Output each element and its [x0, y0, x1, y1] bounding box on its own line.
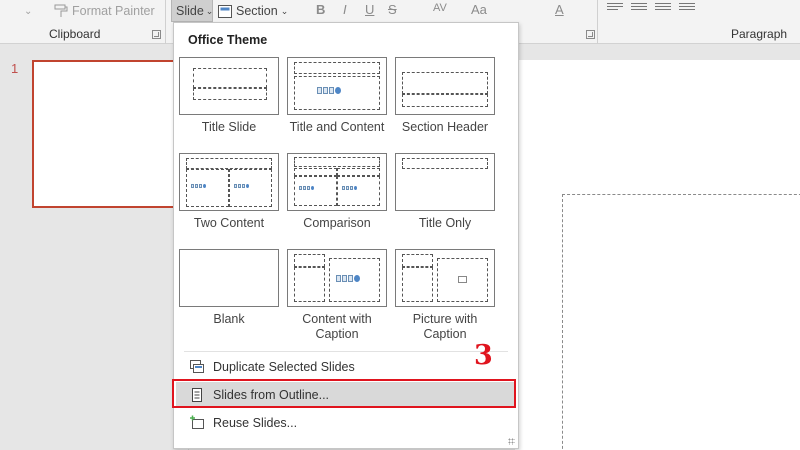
- character-spacing-icon[interactable]: AV: [433, 2, 447, 14]
- chevron-down-icon[interactable]: ⌄: [24, 0, 32, 22]
- menu-item-label: Reuse Slides...: [213, 416, 298, 430]
- paintbrush-icon: [54, 4, 68, 17]
- justify-icon[interactable]: [679, 3, 695, 13]
- layout-name: Section Header: [401, 120, 489, 134]
- layout-picture-with-caption[interactable]: Picture with Caption: [390, 249, 500, 342]
- layout-name: Title and Content: [289, 120, 385, 134]
- layout-name: Title Only: [418, 216, 472, 230]
- paragraph-group-label: Paragraph: [731, 27, 788, 41]
- menu-divider: [184, 351, 508, 352]
- step-number: 3: [474, 340, 493, 371]
- duplicate-selected-slides-item[interactable]: Duplicate Selected Slides: [176, 354, 516, 380]
- chevron-down-icon: ⌄: [205, 5, 214, 16]
- highlight-frame: [172, 379, 516, 408]
- slide-thumbnail[interactable]: [32, 60, 182, 208]
- layout-thumbnail: [179, 153, 279, 211]
- reuse-slides-icon: [190, 415, 204, 429]
- layout-title-slide[interactable]: Title Slide: [174, 57, 284, 135]
- font-launcher-icon[interactable]: [586, 30, 595, 39]
- layout-thumbnail: [287, 57, 387, 115]
- chevron-down-icon: ⌄: [280, 5, 289, 16]
- theme-title: Office Theme: [188, 33, 268, 47]
- resize-grip-icon[interactable]: [508, 438, 515, 445]
- font-color-icon[interactable]: A: [555, 2, 564, 17]
- content-placeholder[interactable]: [562, 194, 800, 450]
- group-divider: [597, 0, 598, 44]
- section-icon: [218, 4, 232, 18]
- align-center-icon[interactable]: [631, 3, 647, 13]
- format-painter-label: Format Painter: [72, 4, 155, 18]
- align-right-icon[interactable]: [655, 3, 671, 13]
- group-divider: [165, 0, 166, 44]
- layout-thumbnail: [287, 153, 387, 211]
- layout-thumbnail: [395, 57, 495, 115]
- layout-name: Blank: [213, 312, 245, 326]
- section-button[interactable]: Section ⌄: [218, 0, 288, 22]
- clipboard-group-label: Clipboard: [49, 27, 101, 41]
- layout-thumbnail: [395, 249, 495, 307]
- slide-dropdown-label[interactable]: Slide ⌄: [176, 0, 213, 22]
- strikethrough-icon[interactable]: S: [388, 2, 397, 17]
- slide-label: Slide: [176, 4, 204, 18]
- layout-blank[interactable]: Blank: [174, 249, 284, 327]
- picture-icon: [458, 276, 467, 283]
- italic-icon[interactable]: I: [343, 2, 347, 17]
- layout-name: Comparison: [303, 216, 371, 230]
- align-left-icon[interactable]: [607, 3, 623, 13]
- reuse-slides-item[interactable]: Reuse Slides...: [176, 410, 516, 436]
- layout-two-content[interactable]: Two Content: [174, 153, 284, 231]
- layout-name: Content with Caption: [302, 312, 372, 341]
- clipboard-launcher-icon[interactable]: [152, 30, 161, 39]
- layout-thumbnail: [395, 153, 495, 211]
- layout-thumbnail: [287, 249, 387, 307]
- duplicate-slides-icon: [190, 360, 204, 373]
- layout-thumbnail: [179, 249, 279, 307]
- layout-name: Two Content: [193, 216, 265, 230]
- format-painter-button[interactable]: Format Painter: [53, 0, 155, 22]
- slide-number: 1: [11, 61, 19, 76]
- underline-icon[interactable]: U: [365, 2, 374, 17]
- layout-thumbnail: [179, 57, 279, 115]
- layout-title-only[interactable]: Title Only: [390, 153, 500, 231]
- change-case-icon[interactable]: Aa: [471, 2, 487, 17]
- layout-name: Picture with Caption: [412, 312, 478, 341]
- section-label: Section: [236, 4, 278, 18]
- layout-content-with-caption[interactable]: Content with Caption: [282, 249, 392, 342]
- menu-item-label: Duplicate Selected Slides: [213, 360, 355, 374]
- bold-icon[interactable]: B: [316, 2, 325, 17]
- layout-name: Title Slide: [201, 120, 257, 134]
- layout-comparison[interactable]: Comparison: [282, 153, 392, 231]
- layout-section-header[interactable]: Section Header: [390, 57, 500, 135]
- layout-title-and-content[interactable]: Title and Content: [282, 57, 392, 135]
